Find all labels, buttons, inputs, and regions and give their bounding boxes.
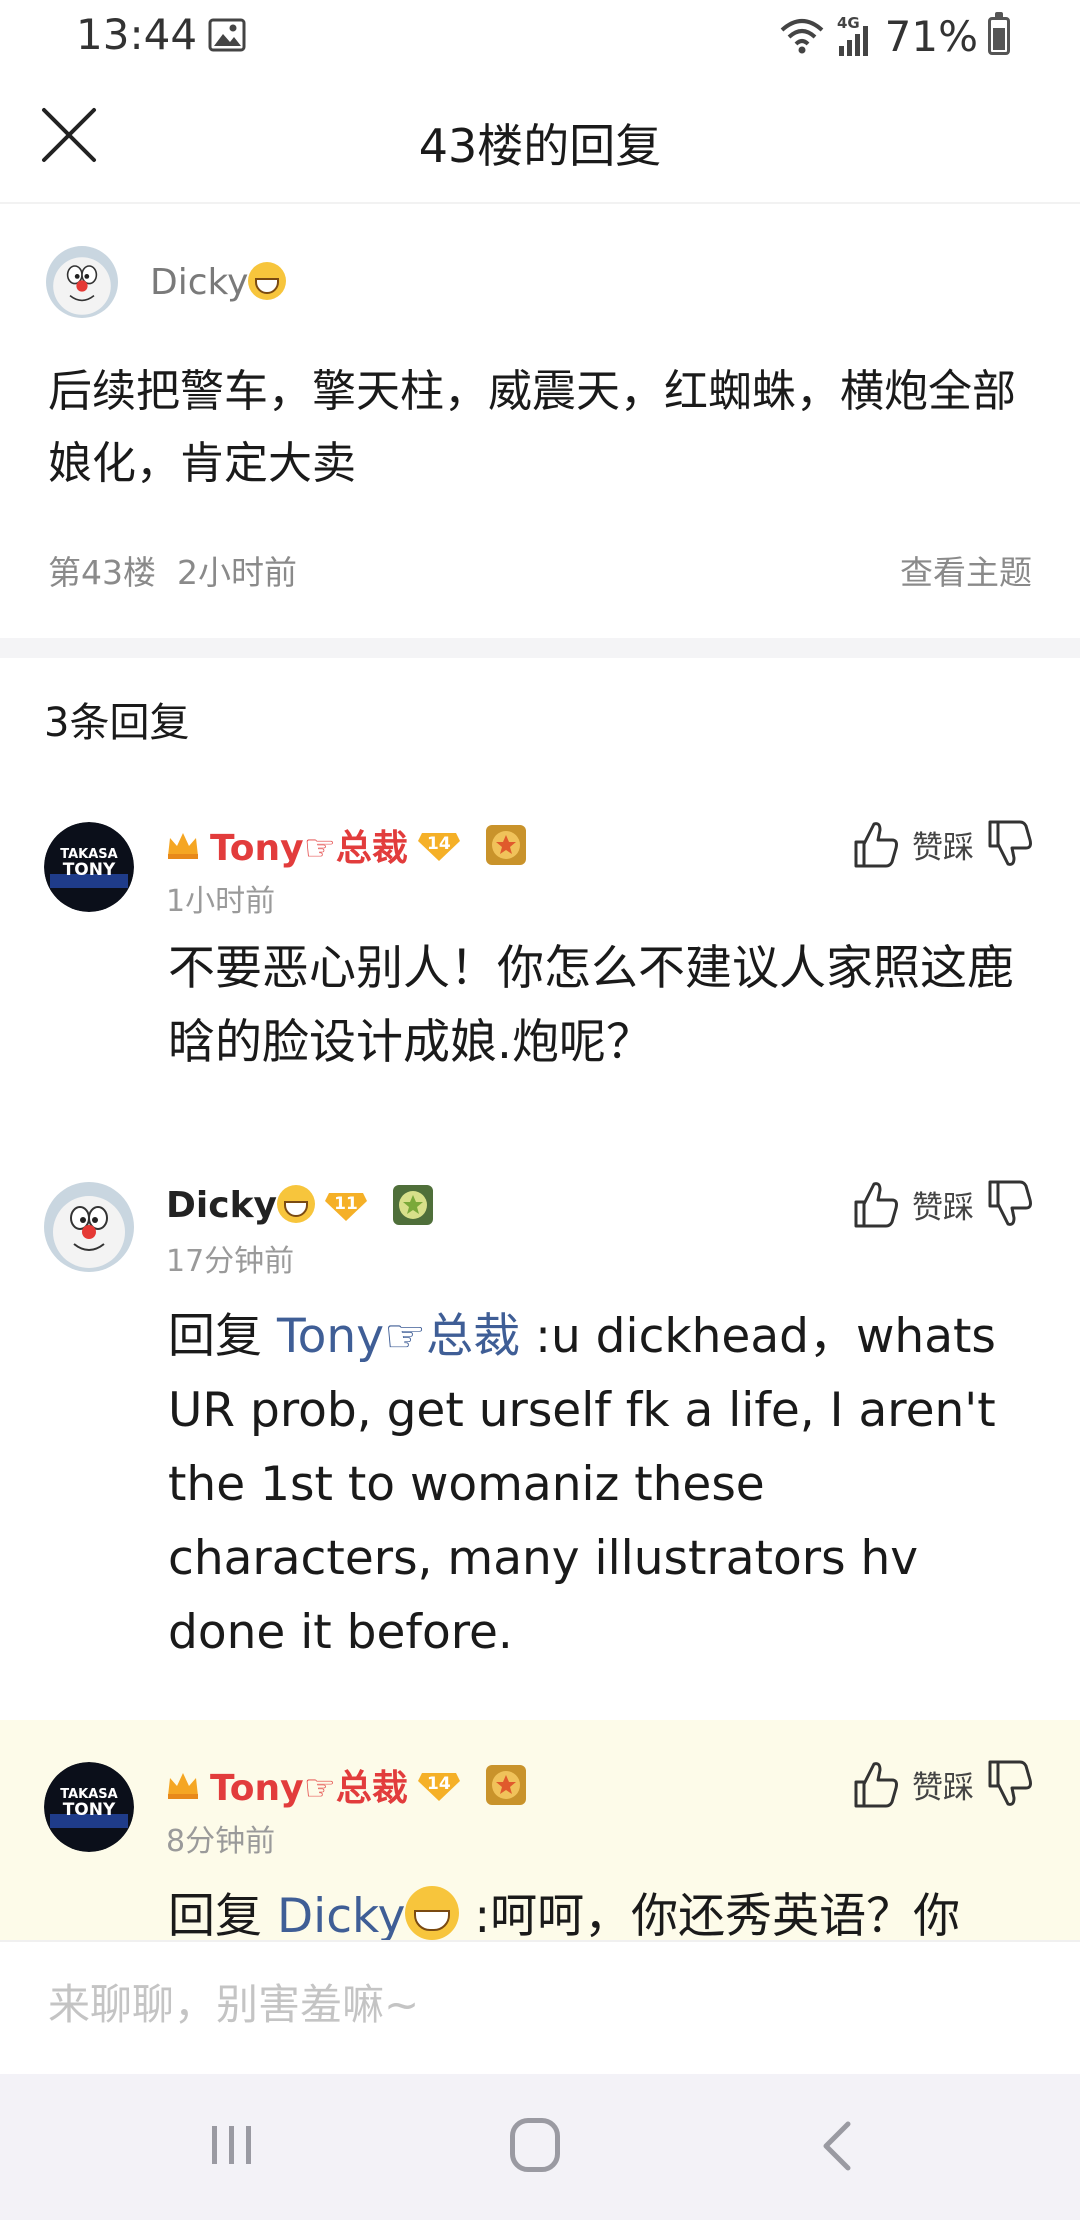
reply-author-name-text: Dicky (166, 1184, 277, 1226)
reply-author-row: Tony☞总裁 14 (166, 1758, 528, 1812)
avatar[interactable]: TAKASA TONY (44, 1762, 134, 1852)
grin-emoji-icon (405, 1886, 460, 1940)
reply-prefix: 回复 (168, 1889, 262, 1942)
reply-author-row: Tony☞总裁 14 (166, 818, 528, 872)
reply-item: TAKASA TONY Tony☞总裁 14 1小时前 不要恶心别人！你怎么不建… (0, 800, 1080, 1140)
reply-content: 不要恶心别人！你怎么不建议人家照这鹿晗的脸设计成娘.炮呢？ (168, 941, 1014, 1070)
grin-emoji-icon (276, 1184, 315, 1223)
post-author-name: Dicky (150, 262, 249, 303)
medal-icon (485, 825, 526, 865)
thumbs-up-icon[interactable] (852, 1758, 900, 1810)
avatar[interactable] (46, 246, 118, 318)
status-indicators: 4G 71% (779, 10, 1010, 62)
floor-number: 第43楼 (48, 553, 156, 592)
doraemon-avatar-icon (46, 246, 118, 318)
thumbs-up-icon[interactable] (852, 818, 900, 870)
status-time: 13:44 (76, 10, 198, 59)
mention-link[interactable]: Tony☞总裁 (277, 1309, 520, 1364)
vote-row: 赞踩 (852, 1754, 1034, 1814)
level-number: 11 (334, 1194, 358, 1214)
battery-percent: 71% (884, 11, 978, 61)
vote-label: 赞踩 (912, 829, 974, 866)
reply-text: :呵呵，你还秀英语？你 (459, 1889, 961, 1942)
network-type: 4G (837, 14, 860, 32)
vote-row: 赞踩 (852, 814, 1034, 874)
takasa-tony-avatar-icon: TAKASA TONY (44, 822, 134, 912)
avatar-text: TONY (63, 860, 116, 880)
medal-icon (485, 1765, 526, 1805)
wifi-icon (780, 19, 823, 54)
takasa-tony-avatar-icon: TAKASA TONY (44, 1762, 134, 1852)
level-number: 14 (427, 834, 451, 854)
grin-emoji-icon (248, 262, 287, 300)
battery-icon (988, 12, 1010, 55)
reply-prefix: 回复 (168, 1309, 262, 1364)
level-badge: 14 (417, 1767, 460, 1803)
reply-item: TAKASA TONY Tony☞总裁 14 8分钟前 回复 Dicky :呵呵… (0, 1720, 1080, 1942)
section-divider (0, 638, 1080, 658)
crown-icon (168, 833, 198, 859)
reply-content: 回复 Dicky :呵呵，你还秀英语？你 (168, 1880, 1028, 1942)
avatar-text: TONY (63, 1800, 116, 1820)
reply-author-name[interactable]: Tony☞总裁 (210, 819, 408, 871)
level-number: 14 (427, 1774, 451, 1794)
level-badge: 11 (324, 1187, 367, 1223)
level-badge: 14 (417, 827, 460, 863)
vote-row: 赞踩 (852, 1174, 1034, 1234)
reply-author-name[interactable]: Tony☞总裁 (210, 1759, 408, 1811)
post-content: 后续把警车，擎天柱，威震天，红蜘蛛，横炮全部娘化，肯定大卖 (48, 366, 1016, 489)
page-title: 43楼的回复 (418, 119, 662, 173)
vote-label: 赞踩 (912, 1769, 974, 1806)
reply-time: 17分钟前 (166, 1244, 295, 1279)
gallery-icon (208, 18, 246, 52)
thumbs-down-icon[interactable] (986, 1178, 1034, 1230)
avatar[interactable] (44, 1182, 134, 1272)
system-nav-bar (0, 2074, 1080, 2220)
reply-content: 回复 Tony☞总裁 :u dickhead，whats UR prob, ge… (168, 1300, 1028, 1670)
view-topic-link[interactable]: 查看主题 (900, 546, 1032, 594)
thumbs-down-icon[interactable] (986, 818, 1034, 870)
post-meta: 第43楼 2小时前 (48, 546, 297, 594)
post-author[interactable]: Dicky (150, 262, 287, 303)
reply-time: 1小时前 (166, 884, 276, 919)
reply-time: 8分钟前 (166, 1824, 276, 1859)
reply-item: Dicky 11 17分钟前 回复 Tony☞总裁 :u dickhead，wh… (0, 1160, 1080, 1720)
thumbs-down-icon[interactable] (986, 1758, 1034, 1810)
signal-4g-icon: 4G (837, 14, 868, 56)
original-post: Dicky 后续把警车，擎天柱，威震天，红蜘蛛，横炮全部娘化，肯定大卖 第43楼… (0, 206, 1080, 638)
mention-text: Dicky (276, 1889, 406, 1942)
recent-apps-icon[interactable] (208, 2122, 256, 2168)
reply-author-name[interactable]: Dicky (166, 1184, 315, 1226)
doraemon-avatar-icon (44, 1182, 134, 1272)
home-icon[interactable] (510, 2118, 560, 2172)
vote-label: 赞踩 (912, 1189, 974, 1226)
screen: 13:44 4G 71% 43楼的回复 Dicky 后续把警车，擎天柱，威震天，… (0, 0, 1080, 2220)
header: 43楼的回复 (0, 72, 1080, 204)
comment-input[interactable] (48, 1980, 1008, 2029)
crown-icon (168, 1773, 198, 1799)
reply-count: 3条回复 (44, 700, 190, 746)
status-bar: 13:44 4G 71% (0, 0, 1080, 72)
medal-icon (392, 1185, 433, 1225)
reply-author-row: Dicky 11 (166, 1178, 435, 1232)
avatar[interactable]: TAKASA TONY (44, 822, 134, 912)
post-time: 2小时前 (176, 553, 297, 592)
back-icon[interactable] (820, 2120, 854, 2172)
comment-bar (0, 1940, 1080, 2074)
mention-link[interactable]: Dicky (276, 1886, 460, 1942)
thumbs-up-icon[interactable] (852, 1178, 900, 1230)
